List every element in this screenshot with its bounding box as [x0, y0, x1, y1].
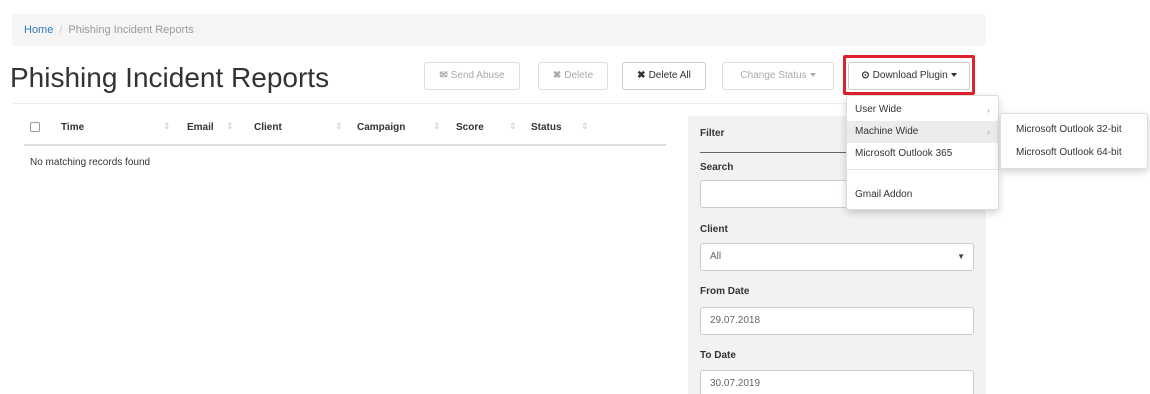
delete-button[interactable]: ✖ Delete [538, 62, 608, 90]
sort-icon[interactable]: ⇕ [509, 121, 517, 132]
download-plugin-menu: User Wide › Machine Wide › Microsoft Out… [846, 95, 999, 210]
menu-item-label: Machine Wide [855, 126, 919, 137]
breadcrumb: Home / Phishing Incident Reports [12, 14, 986, 46]
highlight-box [843, 55, 975, 95]
from-date-input[interactable]: 29.07.2018 [700, 307, 974, 335]
select-arrow-icon: ▼ [957, 252, 965, 261]
chevron-right-icon: › [987, 105, 990, 115]
client-select-value: All [710, 251, 722, 262]
column-header-score[interactable]: Score [456, 122, 484, 133]
send-abuse-button[interactable]: ✉ Send Abuse [424, 62, 520, 90]
column-header-campaign[interactable]: Campaign [357, 122, 405, 133]
breadcrumb-separator: / [59, 24, 63, 36]
breadcrumb-current: Phishing Incident Reports [68, 24, 194, 36]
delete-all-button[interactable]: ✖ Delete All [622, 62, 706, 90]
send-abuse-label: Send Abuse [450, 70, 505, 81]
search-label: Search [700, 162, 734, 173]
menu-item-gmail-addon[interactable]: Gmail Addon [847, 184, 998, 206]
column-header-client[interactable]: Client [254, 122, 282, 133]
menu-item-user-wide[interactable]: User Wide › [847, 99, 998, 121]
client-label: Client [700, 224, 728, 235]
empty-table-message: No matching records found [30, 157, 151, 168]
to-date-label: To Date [700, 350, 736, 361]
menu-item-label: Gmail Addon [855, 189, 913, 200]
machine-wide-submenu: Microsoft Outlook 32-bit Microsoft Outlo… [1000, 113, 1148, 169]
column-header-time[interactable]: Time [61, 122, 84, 133]
filter-title: Filter [700, 128, 725, 139]
delete-label: Delete [564, 70, 594, 81]
delete-all-x-icon: ✖ [637, 70, 646, 81]
column-header-email[interactable]: Email [187, 122, 214, 133]
change-status-label: Change Status [740, 70, 807, 81]
breadcrumb-home-link[interactable]: Home [24, 24, 53, 36]
delete-x-icon: ✖ [552, 70, 562, 81]
column-header-status[interactable]: Status [531, 122, 562, 133]
chevron-right-icon: › [987, 127, 990, 137]
from-date-label: From Date [700, 286, 750, 297]
table-header: Time ⇕ Email ⇕ Client ⇕ Campaign ⇕ Score… [24, 116, 666, 146]
menu-item-label: User Wide [855, 104, 902, 115]
page-title: Phishing Incident Reports [10, 62, 330, 93]
menu-item-machine-wide[interactable]: Machine Wide › [847, 121, 998, 143]
sort-icon[interactable]: ⇕ [335, 121, 343, 132]
caret-down-icon [809, 73, 816, 78]
sort-icon[interactable]: ⇕ [163, 121, 171, 132]
menu-divider [847, 169, 998, 170]
envelope-icon: ✉ [439, 70, 448, 81]
sort-icon[interactable]: ⇕ [581, 121, 589, 132]
header-divider [12, 103, 986, 104]
submenu-item-outlook-32bit[interactable]: Microsoft Outlook 32-bit [1001, 119, 1147, 141]
menu-item-label: Microsoft Outlook 365 [855, 148, 953, 159]
sort-icon[interactable]: ⇕ [433, 121, 441, 132]
sort-icon[interactable]: ⇕ [226, 121, 234, 132]
menu-item-outlook-365[interactable]: Microsoft Outlook 365 [847, 143, 998, 165]
submenu-item-outlook-64bit[interactable]: Microsoft Outlook 64-bit [1001, 142, 1147, 164]
to-date-input[interactable]: 30.07.2019 [700, 370, 974, 394]
client-select[interactable]: All ▼ [700, 243, 974, 271]
change-status-button[interactable]: Change Status [722, 62, 834, 90]
select-all-checkbox[interactable] [30, 122, 40, 132]
delete-all-label: Delete All [648, 70, 691, 81]
